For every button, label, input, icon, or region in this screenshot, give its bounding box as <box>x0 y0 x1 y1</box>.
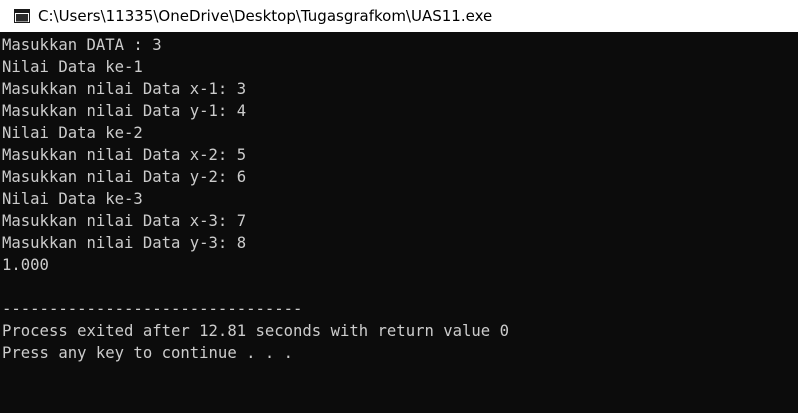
console-line: Masukkan nilai Data x-3: 7 <box>2 212 247 230</box>
console-line: Masukkan nilai Data x-1: 3 <box>2 80 247 98</box>
scrollbar[interactable] <box>794 32 798 413</box>
console-output[interactable]: Masukkan DATA : 3 Nilai Data ke-1 Masukk… <box>2 34 796 411</box>
console-line: Nilai Data ke-3 <box>2 190 143 208</box>
title-bar[interactable]: C:\Users\11335\OneDrive\Desktop\Tugasgra… <box>0 0 798 32</box>
console-line: Masukkan DATA : 3 <box>2 36 162 54</box>
console-line: Press any key to continue . . . <box>2 344 294 362</box>
console-line: Nilai Data ke-2 <box>2 124 143 142</box>
console-line: Masukkan nilai Data y-2: 6 <box>2 168 247 186</box>
console-line: -------------------------------- <box>2 300 303 318</box>
console-line: Masukkan nilai Data x-2: 5 <box>2 146 247 164</box>
console-line: Nilai Data ke-1 <box>2 58 143 76</box>
window-title: C:\Users\11335\OneDrive\Desktop\Tugasgra… <box>38 7 493 25</box>
console-line: Process exited after 12.81 seconds with … <box>2 322 509 340</box>
console-window-icon[interactable] <box>14 8 30 24</box>
console-line: 1.000 <box>2 256 49 274</box>
console-window: C:\Users\11335\OneDrive\Desktop\Tugasgra… <box>0 0 798 413</box>
console-line: Masukkan nilai Data y-1: 4 <box>2 102 247 120</box>
console-line: Masukkan nilai Data y-3: 8 <box>2 234 247 252</box>
